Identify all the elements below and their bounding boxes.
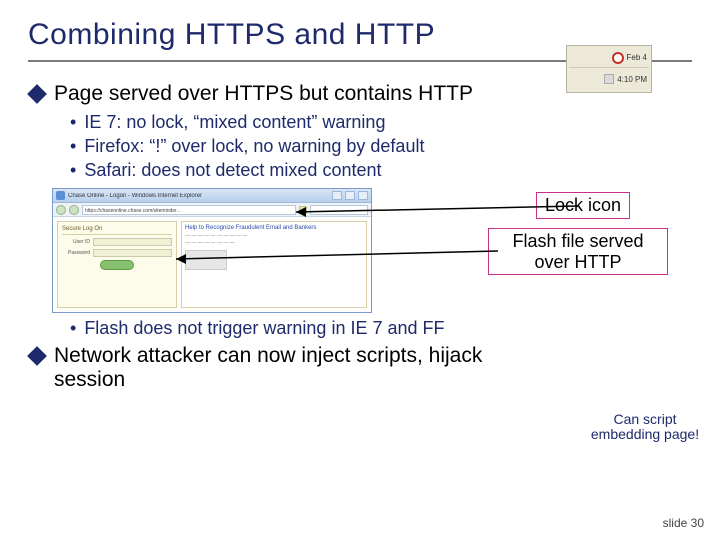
close-icon: [358, 191, 368, 200]
url-field: https://chaseonline.chase.com/siteminder…: [82, 205, 296, 215]
flash-sub-bullet-text: Flash does not trigger warning in IE 7 a…: [84, 316, 444, 340]
screenshot-row: Chase Online - Logon - Windows Internet …: [28, 188, 692, 338]
sub-bullet-3-text: Safari: does not detect mixed content: [84, 158, 381, 182]
script-note: Can script embedding page!: [580, 412, 710, 443]
forward-icon: [69, 205, 79, 215]
bullet-2-text: Network attacker can now inject scripts,…: [54, 344, 548, 392]
login-button: [100, 260, 134, 270]
bullet-dot-icon: •: [70, 134, 76, 158]
slide-number: slide 30: [663, 516, 704, 530]
userid-input: [93, 238, 172, 246]
content-line: — — — — — — — —: [185, 240, 363, 247]
sub-bullets: • IE 7: no lock, “mixed content” warning…: [70, 110, 692, 182]
tray-date: Feb 4: [627, 53, 647, 62]
bullet-dot-icon: •: [70, 110, 76, 134]
callout-flash-http: Flash file served over HTTP: [488, 228, 668, 275]
bullet-2: Network attacker can now inject scripts,…: [28, 344, 548, 392]
sub-bullet-3: • Safari: does not detect mixed content: [70, 158, 692, 182]
bullet-dot-icon: •: [70, 316, 76, 340]
address-bar: https://chaseonline.chase.com/siteminder…: [53, 203, 371, 217]
tray-time: 4:10 PM: [617, 75, 647, 84]
search-box: [310, 205, 368, 215]
login-panel: Secure Log On User ID Password: [57, 221, 177, 308]
content-image-placeholder: [185, 250, 227, 270]
lock-icon: [299, 206, 307, 214]
browser-title-text: Chase Online - Logon - Windows Internet …: [68, 193, 329, 199]
browser-titlebar: Chase Online - Logon - Windows Internet …: [53, 189, 371, 203]
tray-icon: [612, 52, 624, 64]
bullet-1-text: Page served over HTTPS but contains HTTP: [54, 82, 473, 106]
callout-lock-icon: Lock icon: [536, 192, 630, 219]
back-icon: [56, 205, 66, 215]
content-panel: Help to Recognize Fraudulent Email and B…: [181, 221, 367, 308]
password-input: [93, 249, 172, 257]
minimize-icon: [332, 191, 342, 200]
userid-label: User ID: [62, 239, 90, 245]
app-icon: [56, 191, 65, 200]
login-panel-title: Secure Log On: [62, 226, 172, 235]
flash-sub-bullet-row: • Flash does not trigger warning in IE 7…: [70, 316, 445, 340]
diamond-icon: [27, 84, 47, 104]
content-line: — — — — — — — — — —: [185, 233, 363, 240]
password-label: Password: [62, 250, 90, 256]
browser-screenshot: Chase Online - Logon - Windows Internet …: [52, 188, 372, 313]
taskbar-screenshot: Feb 4 4:10 PM: [566, 45, 652, 93]
sub-bullet-2-text: Firefox: “!” over lock, no warning by de…: [84, 134, 424, 158]
diamond-icon: [27, 346, 47, 366]
content-heading: Help to Recognize Fraudulent Email and B…: [185, 225, 363, 231]
maximize-icon: [345, 191, 355, 200]
sub-bullet-2: • Firefox: “!” over lock, no warning by …: [70, 134, 692, 158]
browser-body: Secure Log On User ID Password Help to R…: [53, 217, 371, 312]
bullet-dot-icon: •: [70, 158, 76, 182]
sub-bullet-1-text: IE 7: no lock, “mixed content” warning: [84, 110, 385, 134]
sub-bullet-1: • IE 7: no lock, “mixed content” warning: [70, 110, 692, 134]
speaker-icon: [604, 74, 614, 84]
